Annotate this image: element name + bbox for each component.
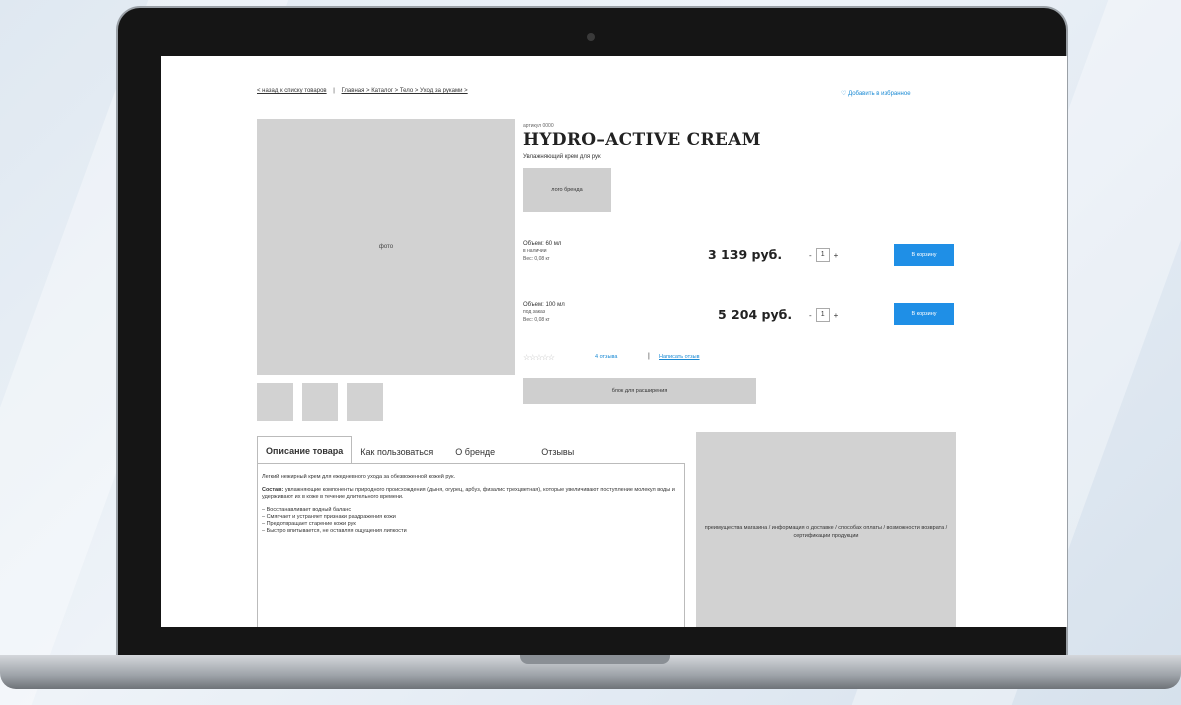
variant-info: Объем: 60 мл в наличии Вес: 0,08 кг (523, 241, 561, 263)
write-review-link[interactable]: Написать отзыв (659, 354, 700, 360)
list-item: – Быстро впитывается, не оставляя ощущен… (262, 528, 407, 534)
thumbnail-2[interactable] (302, 383, 338, 421)
expansion-block-label: блок для расширения (611, 388, 668, 394)
product-photo-label: фото (378, 244, 394, 250)
tab-description[interactable]: Описание товара (257, 436, 353, 464)
rating-separator: | (648, 353, 650, 360)
variant-availability: под заказ (523, 309, 546, 315)
qty-input[interactable]: 1 (815, 248, 830, 262)
product-photo[interactable]: фото (257, 119, 515, 375)
laptop-notch (520, 655, 670, 664)
tab-how-to-use[interactable]: Как пользоваться (352, 440, 441, 464)
variant-availability: в наличии (523, 248, 547, 254)
variant-weight: Вес: 0,08 кг (523, 317, 550, 323)
quantity-stepper[interactable]: - 1 + (809, 248, 838, 262)
list-item: – Смягчает и устраняет признаки раздраже… (262, 514, 396, 520)
product-tabs: Описание товара Как пользоваться О бренд… (257, 436, 582, 464)
screen: < назад к списку товаров | Главная > Кат… (161, 56, 1067, 627)
thumbnail-1[interactable] (257, 383, 293, 421)
description-intro: Легкий нежирный крем для ежедневного ухо… (262, 474, 456, 480)
breadcrumb-path[interactable]: Главная > Каталог > Тело > Уход за рукам… (342, 88, 468, 94)
breadcrumb-divider: | (333, 88, 335, 94)
tab-about-brand[interactable]: О бренде (441, 440, 533, 464)
qty-minus-button[interactable]: - (809, 311, 812, 320)
list-item: – Восстанавливает водный баланс (262, 507, 352, 513)
product-subtitle: Увлажняющий крем для рук (523, 154, 601, 160)
add-to-favorites-label: Добавить в избранное (848, 91, 911, 97)
variant-price: 5 204 руб. (718, 307, 793, 322)
qty-minus-button[interactable]: - (809, 251, 812, 260)
list-item: – Предотвращает старение кожи рук (262, 521, 356, 527)
variant-info: Объем: 100 мл под заказ Вес: 0,08 кг (523, 302, 565, 324)
add-to-cart-button[interactable]: В корзину (894, 244, 954, 266)
camera-dot (587, 33, 595, 41)
benefits-list: – Восстанавливает водный баланс – Смягча… (262, 507, 680, 535)
thumbnail-3[interactable] (347, 383, 383, 421)
expansion-block: блок для расширения (523, 378, 756, 404)
store-info-block: преимущества магазина / информация о дос… (696, 432, 956, 627)
variant-price: 3 139 руб. (708, 247, 783, 262)
tab-reviews[interactable]: Отзывы (533, 440, 582, 464)
composition-label: Состав: (262, 487, 284, 493)
product-title: HYDRO–ACTIVE CREAM (523, 130, 761, 150)
description-panel: Легкий нежирный крем для ежедневного ухо… (257, 463, 685, 627)
qty-input[interactable]: 1 (815, 308, 830, 322)
composition-text: увлажняющие компоненты природного происх… (262, 487, 675, 500)
brand-logo[interactable]: лого бренда (523, 168, 611, 212)
heart-icon: ♡ (841, 91, 847, 97)
add-to-favorites-link[interactable]: ♡ Добавить в избранное (841, 90, 911, 97)
back-to-list-link[interactable]: < назад к списку товаров (257, 88, 327, 94)
variant-weight: Вес: 0,08 кг (523, 256, 550, 262)
star-rating-icon[interactable]: ☆☆☆☆☆ (523, 353, 555, 362)
brand-logo-label: лого бренда (551, 187, 583, 193)
add-to-cart-button[interactable]: В корзину (894, 303, 954, 325)
store-info-text: преимущества магазина / информация о дос… (704, 525, 948, 539)
reviews-count-link[interactable]: 4 отзыва (595, 354, 617, 360)
product-article: артикул 0000 (523, 123, 554, 129)
breadcrumb: < назад к списку товаров | Главная > Кат… (257, 88, 468, 94)
description-composition: Состав: увлажняющие компоненты природног… (262, 487, 680, 501)
qty-plus-button[interactable]: + (834, 251, 839, 260)
qty-plus-button[interactable]: + (834, 311, 839, 320)
quantity-stepper[interactable]: - 1 + (809, 308, 838, 322)
